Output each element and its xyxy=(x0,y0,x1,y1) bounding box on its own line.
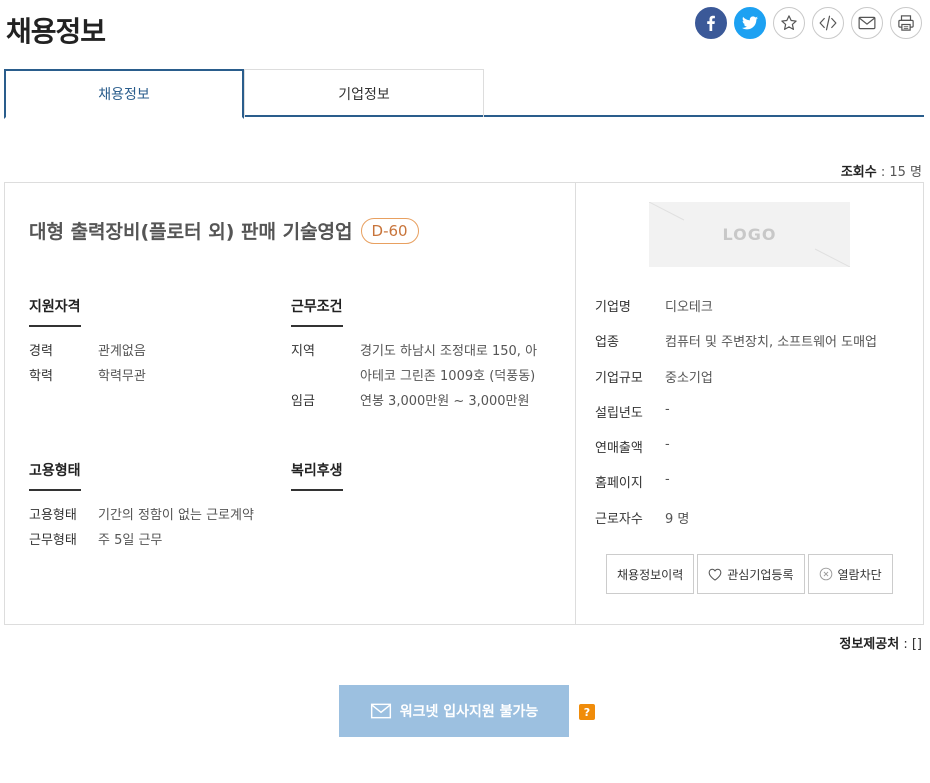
job-title-row: 대형 출력장비(플로터 외) 판매 기술영업 D-60 xyxy=(29,217,419,244)
view-count: 조회수 : 15 명 xyxy=(840,165,922,180)
star-icon[interactable] xyxy=(773,7,805,39)
row-key: 경력 xyxy=(29,344,53,359)
heart-icon xyxy=(708,568,722,581)
company-summary: LOGO 기업명 디오테크 업종 컴퓨터 및 주변장치, 소프트웨어 도매업 기업규… xyxy=(576,183,923,624)
conditions-row: 아테코 그린존 1009호 (덕풍동) xyxy=(291,364,561,389)
logo-text: LOGO xyxy=(722,225,777,244)
job-panel: 대형 출력장비(플로터 외) 판매 기술영업 D-60 지원자격 경력 관계없음 … xyxy=(4,182,924,625)
row-value: 관계없음 xyxy=(98,344,146,359)
info-value: - xyxy=(665,472,670,488)
row-value: 주 5일 근무 xyxy=(98,533,163,548)
qualification-title: 지원자격 xyxy=(29,296,81,327)
employment-row: 근무형태 주 5일 근무 xyxy=(29,528,289,553)
row-key xyxy=(291,364,360,389)
conditions-section: 근무조건 지역 경기도 하남시 조정대로 150, 아 아테코 그린존 1009호… xyxy=(291,296,561,414)
share-toolbar xyxy=(695,7,922,39)
company-info-row: 연매출액 - xyxy=(595,437,877,472)
favorite-company-button[interactable]: 관심기업등록 xyxy=(697,554,805,594)
info-value: 컴퓨터 및 주변장치, 소프트웨어 도매업 xyxy=(665,335,878,351)
apply-button[interactable]: 워크넷 입사지원 불가능 xyxy=(339,685,569,737)
favorite-company-label: 관심기업등록 xyxy=(727,567,794,582)
company-info-list: 기업명 디오테크 업종 컴퓨터 및 주변장치, 소프트웨어 도매업 기업규모 중소기업… xyxy=(595,296,877,543)
block-view-button[interactable]: 열람차단 xyxy=(807,554,893,594)
info-key: 기업규모 xyxy=(595,370,643,386)
facebook-icon[interactable] xyxy=(695,7,727,39)
info-value: 중소기업 xyxy=(665,370,713,386)
row-value: 경기도 하남시 조정대로 150, 아 xyxy=(360,344,538,359)
close-circle-icon xyxy=(819,567,832,581)
apply-label: 워크넷 입사지원 불가능 xyxy=(399,704,539,720)
job-title: 대형 출력장비(플로터 외) 판매 기술영업 xyxy=(29,221,353,243)
block-view-label: 열람차단 xyxy=(837,567,882,582)
info-value: 9 명 xyxy=(665,511,690,527)
row-value: 아테코 그린존 1009호 (덕풍동) xyxy=(360,369,536,384)
welfare-title: 복리후생 xyxy=(291,460,343,491)
company-info-row: 기업규모 중소기업 xyxy=(595,367,877,402)
twitter-icon[interactable] xyxy=(734,7,766,39)
info-provider-value: [] xyxy=(911,637,922,652)
employment-row: 고용형태 기간의 정함이 없는 근로계약 xyxy=(29,503,289,528)
info-value: 디오테크 xyxy=(665,300,713,315)
conditions-row: 임금 연봉 3,000만원 ~ 3,000만원 xyxy=(291,389,561,414)
mail-icon[interactable] xyxy=(851,7,883,39)
row-key: 근무형태 xyxy=(29,533,77,548)
view-count-label: 조회수 xyxy=(840,165,877,180)
help-icon[interactable]: ? xyxy=(579,704,595,720)
mail-icon xyxy=(370,703,391,719)
row-value: 연봉 3,000만원 ~ 3,000만원 xyxy=(360,394,530,409)
info-provider: 정보제공처 : [] xyxy=(839,637,922,652)
qualification-row: 학력 학력무관 xyxy=(29,364,269,389)
info-key: 설립년도 xyxy=(595,405,643,421)
print-icon[interactable] xyxy=(890,7,922,39)
job-history-button[interactable]: 채용정보이력 xyxy=(606,554,695,594)
qualification-row: 경력 관계없음 xyxy=(29,339,269,364)
info-key: 연매출액 xyxy=(595,441,643,457)
company-info-row: 설립년도 - xyxy=(595,402,877,437)
company-info-row: 업종 컴퓨터 및 주변장치, 소프트웨어 도매업 xyxy=(595,331,877,366)
info-key: 홈페이지 xyxy=(595,476,643,492)
company-logo: LOGO xyxy=(649,202,850,267)
company-actions: 채용정보이력 관심기업등록 열람차단 xyxy=(606,554,893,594)
info-value: - xyxy=(665,401,670,417)
row-key: 지역 xyxy=(291,344,315,359)
row-key: 학력 xyxy=(29,369,53,384)
tab-job-info[interactable]: 채용정보 xyxy=(4,69,244,119)
job-history-label: 채용정보이력 xyxy=(617,567,684,582)
info-key: 기업명 xyxy=(595,300,631,315)
qualification-section: 지원자격 경력 관계없음 학력 학력무관 xyxy=(29,296,269,389)
info-key: 근로자수 xyxy=(595,511,643,527)
info-key: 업종 xyxy=(595,335,619,351)
info-provider-label: 정보제공처 xyxy=(839,637,900,652)
job-detail: 대형 출력장비(플로터 외) 판매 기술영업 D-60 지원자격 경력 관계없음 … xyxy=(5,183,576,624)
conditions-title: 근무조건 xyxy=(291,296,343,327)
conditions-row: 지역 경기도 하남시 조정대로 150, 아 xyxy=(291,339,561,364)
company-info-row: 근로자수 9 명 xyxy=(595,508,877,543)
company-info-row: 홈페이지 - xyxy=(595,472,877,507)
page-title: 채용정보 xyxy=(6,15,106,48)
row-value: 기간의 정함이 없는 근로계약 xyxy=(98,508,254,523)
employment-title: 고용형태 xyxy=(29,460,81,491)
tab-bar: 채용정보 기업정보 xyxy=(4,69,924,119)
row-key: 임금 xyxy=(291,394,315,409)
dday-badge: D-60 xyxy=(360,217,419,244)
view-count-value: 15 명 xyxy=(889,165,922,180)
tab-company-info[interactable]: 기업정보 xyxy=(244,69,484,117)
welfare-section: 복리후생 xyxy=(291,460,491,491)
company-info-row: 기업명 디오테크 xyxy=(595,296,877,331)
employment-section: 고용형태 고용형태 기간의 정함이 없는 근로계약 근무형태 주 5일 근무 xyxy=(29,460,289,553)
row-value: 학력무관 xyxy=(98,369,146,384)
info-value: - xyxy=(665,437,670,453)
row-key: 고용형태 xyxy=(29,508,77,523)
embed-code-icon[interactable] xyxy=(812,7,844,39)
